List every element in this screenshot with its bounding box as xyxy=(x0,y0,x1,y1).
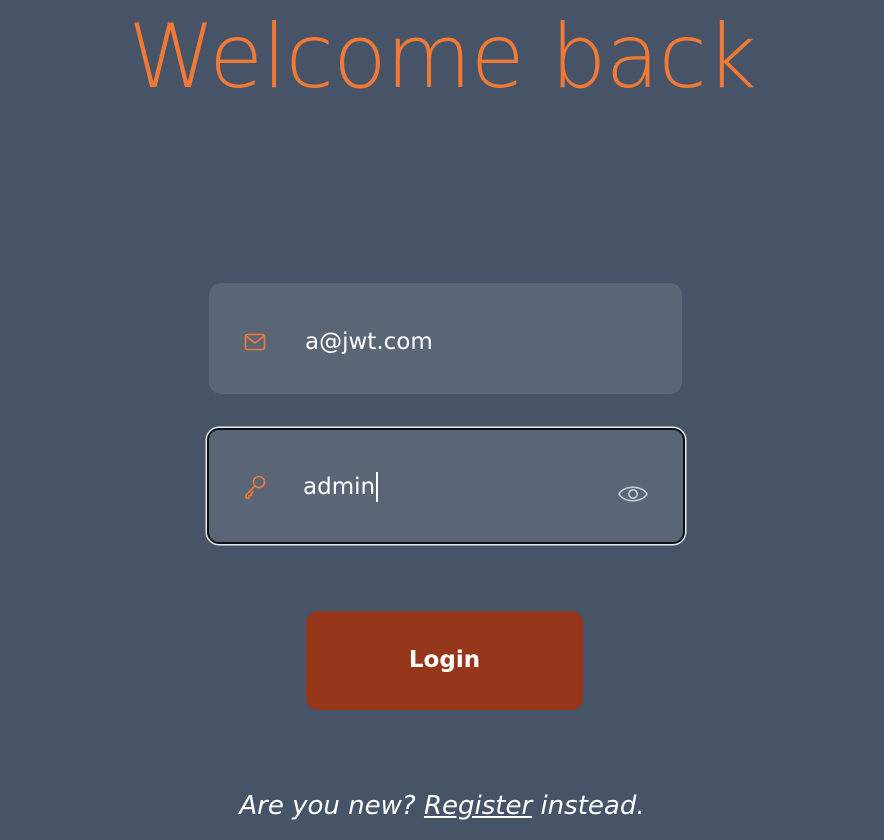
email-field[interactable]: a@jwt.com xyxy=(209,283,682,394)
key-icon xyxy=(242,474,266,499)
register-prompt-prefix: Are you new? xyxy=(239,791,424,821)
text-caret xyxy=(376,472,379,502)
eye-icon[interactable] xyxy=(617,482,649,506)
register-link[interactable]: Register xyxy=(424,791,532,821)
page-title: Welcome back xyxy=(128,5,757,108)
register-prompt: Are you new? Register instead. xyxy=(0,788,884,824)
email-value: a@jwt.com xyxy=(305,329,433,355)
mail-icon xyxy=(243,330,267,354)
password-value: admin xyxy=(303,472,379,502)
login-button[interactable]: Login xyxy=(306,611,583,710)
password-text: admin xyxy=(303,474,376,500)
password-field[interactable]: admin xyxy=(207,428,685,544)
register-prompt-suffix: instead. xyxy=(532,791,645,821)
